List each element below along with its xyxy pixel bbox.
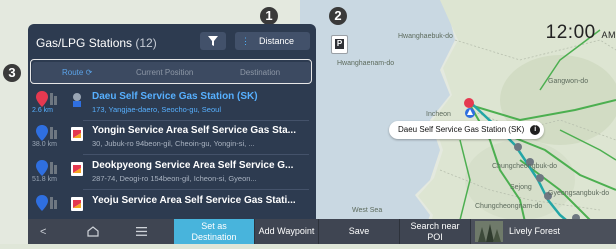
- search-near-line2: POI: [410, 232, 459, 243]
- callout-1: 1: [260, 7, 278, 25]
- set-dest-line1: Set as: [191, 221, 236, 232]
- station-name: Yongin Service Area Self Service Gas Sta…: [92, 125, 296, 136]
- panel-title-text: Gas/LPG Stations: [36, 36, 132, 50]
- station-name: Daeu Self Service Gas Station (SK): [92, 91, 258, 102]
- station-count: (12): [135, 36, 156, 50]
- clock-time: 12:00: [546, 22, 596, 43]
- map-label-west-sea: West Sea: [352, 207, 382, 214]
- location-pin-icon: [36, 91, 58, 107]
- map-label-chungcheongnam: Chungcheongnam-do: [475, 203, 542, 210]
- map-label-chungcheongbuk: Chungcheongbuk-do: [492, 163, 557, 170]
- station-address: 287-74, Deogi-ro 154beon-gil, Icheon-si,…: [92, 174, 257, 183]
- map-label-incheon: Incheon: [426, 111, 451, 118]
- list-item[interactable]: 38.0 km Yongin Service Area Self Service…: [28, 122, 316, 153]
- gas-station-logo-icon: [71, 197, 83, 211]
- home-icon[interactable]: [87, 226, 99, 237]
- clock-ampm: AM: [602, 30, 616, 40]
- save-button[interactable]: Save: [319, 219, 399, 244]
- clock: 12:00 AM: [546, 22, 616, 44]
- menu-icon[interactable]: [136, 227, 147, 236]
- tabs-highlight-outline: [30, 59, 312, 84]
- divider: [83, 120, 309, 121]
- gas-station-logo-icon: [71, 127, 83, 141]
- sort-label: Distance: [259, 36, 294, 46]
- add-waypoint-button[interactable]: Add Waypoint: [255, 219, 318, 244]
- location-pin-icon: [36, 160, 58, 176]
- set-as-destination-button[interactable]: Set as Destination: [174, 219, 254, 244]
- list-item[interactable]: 51.8 km Deokpyeong Service Area Self Ser…: [28, 157, 316, 188]
- station-tooltip-label: Daeu Self Service Gas Station (SK): [398, 125, 524, 134]
- lively-forest-button[interactable]: Lively Forest: [471, 219, 616, 244]
- search-near-poi-button[interactable]: Search near POI: [400, 219, 470, 244]
- divider: [83, 154, 309, 155]
- sort-indicator-icon: ⋮: [241, 36, 250, 46]
- filter-icon: [208, 36, 218, 46]
- set-dest-line2: Destination: [191, 232, 236, 243]
- station-tooltip[interactable]: Daeu Self Service Gas Station (SK) i: [389, 121, 544, 139]
- info-icon[interactable]: i: [530, 125, 540, 135]
- gas-station-logo-icon: [71, 93, 83, 107]
- map-label-hwanghaenam: Hwanghaenam-do: [337, 60, 394, 67]
- callout-3: 3: [3, 64, 21, 82]
- callout-2: 2: [329, 7, 347, 25]
- parking-button[interactable]: P: [331, 35, 348, 54]
- map-label-gyeongsangbuk: Gyeongsangbuk-do: [548, 190, 609, 197]
- gas-station-logo-icon: [71, 162, 83, 176]
- sort-button[interactable]: ⋮ Distance: [235, 32, 310, 50]
- parking-icon: P: [335, 39, 344, 49]
- station-distance: 38.0 km: [32, 141, 57, 148]
- map-label-hwanghaebuk: Hwanghaebuk-do: [398, 33, 453, 40]
- station-distance: 51.8 km: [32, 176, 57, 183]
- station-name: Deokpyeong Service Area Self Service G..…: [92, 160, 293, 171]
- map-label-sejong: Sejong: [510, 184, 532, 191]
- station-distance: 2.6 km: [32, 107, 53, 114]
- lively-forest-label: Lively Forest: [509, 226, 560, 237]
- station-address: 30, Jubuk-ro 94beon-gil, Cheoin-gu, Yong…: [92, 139, 255, 148]
- forest-thumbnail-icon: [475, 221, 503, 242]
- location-pin-icon: [36, 125, 58, 141]
- station-name: Yeoju Service Area Self Service Gas Stat…: [92, 195, 296, 206]
- back-icon[interactable]: <: [40, 226, 46, 238]
- filter-button[interactable]: [200, 32, 226, 50]
- list-item[interactable]: 2.6 km Daeu Self Service Gas Station (SK…: [28, 88, 316, 119]
- station-address: 173, Yangjae-daero, Seocho-gu, Seoul: [92, 105, 221, 114]
- panel-title: Gas/LPG Stations (12): [36, 36, 157, 50]
- location-pin-icon: [36, 195, 58, 211]
- map-label-gangwon: Gangwon-do: [548, 78, 588, 85]
- search-near-line1: Search near: [410, 221, 459, 232]
- station-list-panel: Gas/LPG Stations (12) ⋮ Distance Route ⟳…: [28, 24, 316, 244]
- divider: [83, 189, 309, 190]
- bottom-bar: < Set as Destination Add Waypoint Save S…: [28, 219, 616, 244]
